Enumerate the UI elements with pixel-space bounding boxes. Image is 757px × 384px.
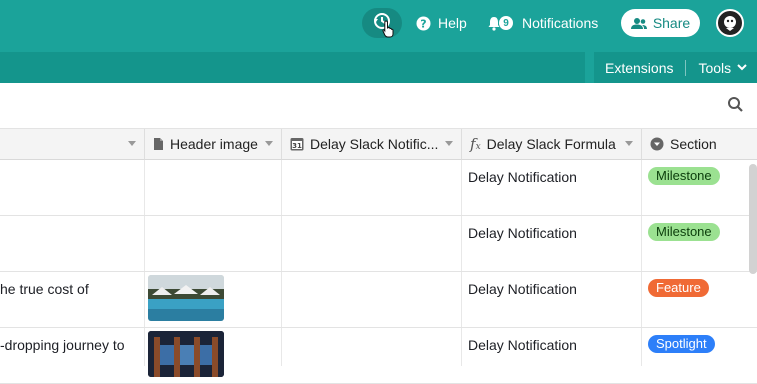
svg-text:31: 31 [292,142,302,150]
divider [685,59,687,76]
chevron-down-icon [737,64,747,71]
search-button[interactable] [727,96,744,118]
notifications-button[interactable]: 9 Notifications [487,0,598,46]
section-badge: Milestone [648,223,720,241]
header-image-thumbnail[interactable] [148,275,224,321]
section-badge: Milestone [648,167,720,185]
formula-icon: fx [470,135,481,153]
tools-button[interactable]: Tools [698,60,747,76]
table-row[interactable]: Delay Notification Milestone [0,160,757,216]
column-header-label: Section [670,136,717,152]
column-header-name[interactable] [0,129,145,160]
user-avatar[interactable] [716,9,744,37]
svg-text:?: ? [420,17,426,30]
view-bar [0,83,757,129]
column-header-header-image[interactable]: Header image [145,129,282,160]
search-icon [727,97,744,117]
formula-cell[interactable]: Delay Notification [468,281,577,297]
section-badge: Spotlight [648,335,715,353]
chevron-down-icon[interactable] [265,141,273,146]
users-icon [630,17,647,30]
name-cell[interactable]: -dropping journey to [0,337,125,353]
table-row[interactable]: he true cost of Delay Notification Featu… [0,272,757,328]
column-header-label: Header image [170,136,258,152]
chevron-down-icon[interactable] [128,141,136,146]
column-header-section[interactable]: Section [642,129,757,160]
formula-cell[interactable]: Delay Notification [468,169,577,185]
extensions-button[interactable]: Extensions [605,60,673,76]
base-tools-bar: Extensions Tools [594,52,757,83]
attachment-icon [153,137,164,151]
table-row[interactable]: Delay Notification Milestone [0,216,757,272]
table-tabs-area [0,52,585,83]
tools-label: Tools [698,59,732,76]
column-header-label: Delay Slack Notific... [310,136,439,152]
name-cell[interactable]: he true cost of [0,281,89,297]
column-header-label: Delay Slack Formula [486,136,616,152]
notifications-label: Notifications [522,15,599,31]
avatar-icon [724,16,736,31]
help-icon: ? [416,16,431,31]
single-select-icon [650,137,664,151]
notifications-badge: 9 [499,16,513,30]
column-header-delay-slack-formula[interactable]: fx Delay Slack Formula [462,129,642,160]
section-badge: Feature [648,279,709,297]
formula-cell[interactable]: Delay Notification [468,337,577,353]
column-header-delay-slack-notification[interactable]: 31 Delay Slack Notific... [282,129,462,160]
help-button[interactable]: ? Help [416,0,467,46]
formula-cell[interactable]: Delay Notification [468,225,577,241]
cursor-hand-icon [382,20,396,43]
header-image-thumbnail[interactable] [148,331,224,377]
vertical-scrollbar[interactable] [749,164,757,274]
calendar-icon: 31 [290,137,304,151]
chevron-down-icon[interactable] [625,141,633,146]
share-label: Share [652,15,691,31]
chevron-down-icon[interactable] [445,141,453,146]
revision-history-button[interactable] [362,8,402,38]
help-label: Help [438,15,467,31]
table-row[interactable]: -dropping journey to Delay Notification … [0,328,757,384]
share-button[interactable]: Share [621,9,700,37]
